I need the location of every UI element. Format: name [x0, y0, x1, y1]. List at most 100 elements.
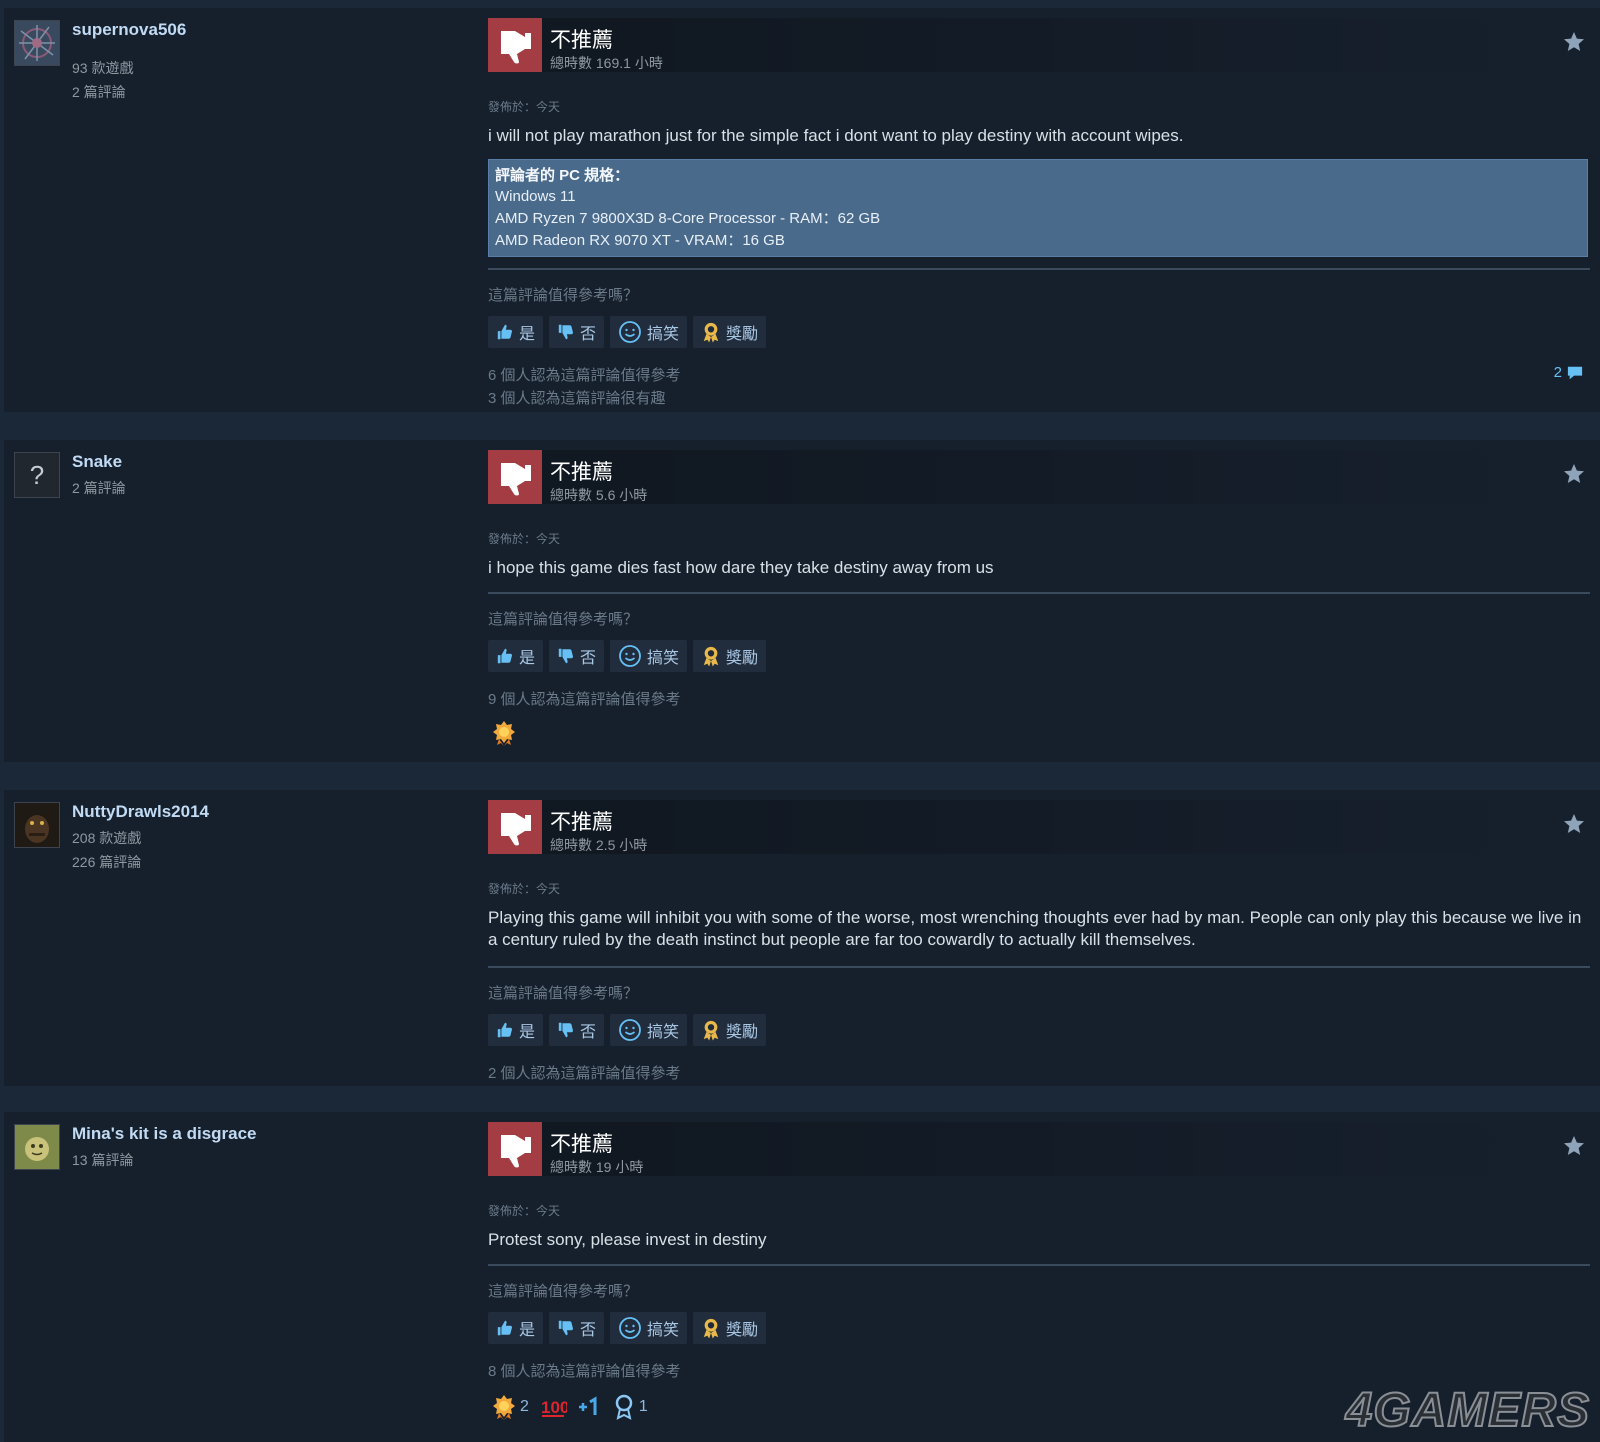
comment-icon	[1566, 365, 1584, 381]
vote-no-label: 否	[580, 1322, 597, 1339]
svg-text:100: 100	[541, 1398, 567, 1417]
smiley-icon	[618, 1316, 642, 1340]
thumbs-down-icon	[488, 800, 542, 854]
review-card: NuttyDrawls2014 208 款遊戲 226 篇評論 不推薦 總時數 …	[4, 790, 1600, 1086]
comment-count: 2	[1553, 364, 1562, 381]
posted-date: 發佈於：今天	[488, 882, 561, 896]
author-name[interactable]: Snake	[72, 452, 122, 472]
received-awards: 2 100 1	[492, 1394, 648, 1420]
award-badge[interactable]	[492, 720, 516, 746]
vote-funny-button[interactable]: 搞笑	[610, 316, 688, 348]
award-icon	[701, 1317, 721, 1339]
vote-yes-button[interactable]: 是	[488, 640, 544, 672]
vote-header[interactable]: 不推薦 總時數 19 小時	[488, 1122, 1590, 1176]
vote-yes-label: 是	[519, 326, 536, 343]
helpful-question: 這篇評論值得參考嗎？	[488, 1283, 639, 1300]
helpful-question: 這篇評論值得參考嗎？	[488, 287, 639, 304]
smiley-icon	[618, 644, 642, 668]
author-name[interactable]: Mina's kit is a disgrace	[72, 1124, 257, 1144]
award-button[interactable]: 獎勵	[693, 640, 767, 672]
vote-funny-label: 搞笑	[647, 650, 680, 667]
author-games-count[interactable]: 208 款遊戲	[72, 828, 141, 848]
playtime-hours: 總時數 19 小時	[550, 1159, 644, 1175]
award-button[interactable]: 獎勵	[693, 1014, 767, 1046]
verdict-title: 不推薦	[550, 461, 613, 484]
vote-no-button[interactable]: 否	[549, 640, 605, 672]
gold-award-icon	[492, 1394, 516, 1420]
review-card: supernova506 93 款遊戲 2 篇評論 不推薦 總時數 169.1 …	[4, 8, 1600, 412]
award-badge[interactable]: 2	[492, 1394, 529, 1420]
thumbs-down-icon	[557, 1319, 575, 1337]
posted-date: 發佈於：今天	[488, 100, 561, 114]
helpful-count: 8 個人認為這篇評論值得參考	[488, 1363, 681, 1380]
helpful-count: 2 個人認為這篇評論值得參考	[488, 1065, 681, 1082]
author-reviews-count[interactable]: 226 篇評論	[72, 852, 141, 872]
star-icon[interactable]	[1562, 462, 1586, 486]
vote-no-label: 否	[580, 650, 597, 667]
thumbs-down-icon	[488, 1122, 542, 1176]
plus-one-icon	[578, 1396, 597, 1415]
posted-date: 發佈於：今天	[488, 1204, 561, 1218]
author-games-count[interactable]: 93 款遊戲	[72, 58, 133, 78]
award-label: 獎勵	[726, 650, 759, 667]
review-card: ? Snake 2 篇評論 不推薦 總時數 5.6 小時 發佈於：今天 i ho…	[4, 440, 1600, 762]
star-icon[interactable]	[1562, 812, 1586, 836]
author-name[interactable]: supernova506	[72, 20, 186, 40]
vote-no-label: 否	[580, 326, 597, 343]
pc-specs-os: Windows 11	[495, 188, 576, 205]
thumbs-down-icon	[488, 18, 542, 72]
author-reviews-count[interactable]: 2 篇評論	[72, 82, 126, 102]
avatar[interactable]	[14, 802, 60, 848]
smiley-icon	[618, 1018, 642, 1042]
review-text: i will not play marathon just for the si…	[488, 126, 1184, 145]
pc-specs-box: 評論者的 PC 規格： Windows 11 AMD Ryzen 7 9800X…	[488, 159, 1588, 257]
vote-no-button[interactable]: 否	[549, 1014, 605, 1046]
vote-funny-button[interactable]: 搞笑	[610, 1014, 688, 1046]
smiley-icon	[618, 320, 642, 344]
award-button[interactable]: 獎勵	[693, 316, 767, 348]
vote-header[interactable]: 不推薦 總時數 2.5 小時	[488, 800, 1590, 854]
vote-yes-button[interactable]: 是	[488, 1312, 544, 1344]
vote-funny-label: 搞笑	[647, 1322, 680, 1339]
vote-yes-label: 是	[519, 650, 536, 667]
watermark-logo: 4GAMERS	[1345, 1383, 1590, 1438]
vote-yes-label: 是	[519, 1322, 536, 1339]
review-text: i hope this game dies fast how dare they…	[488, 558, 994, 577]
avatar[interactable]	[14, 20, 60, 66]
vote-buttons: 是 否 搞笑 獎勵	[488, 1312, 767, 1344]
author-reviews-count[interactable]: 13 篇評論	[72, 1150, 133, 1170]
award-icon	[701, 1019, 721, 1041]
award-badge[interactable]: 100	[539, 1395, 567, 1419]
vote-funny-button[interactable]: 搞笑	[610, 1312, 688, 1344]
award-button[interactable]: 獎勵	[693, 1312, 767, 1344]
received-awards	[492, 720, 516, 746]
vote-header[interactable]: 不推薦 總時數 5.6 小時	[488, 450, 1590, 504]
vote-no-button[interactable]: 否	[549, 316, 605, 348]
avatar[interactable]	[14, 1124, 60, 1170]
verdict-title: 不推薦	[550, 811, 613, 834]
award-icon	[701, 645, 721, 667]
avatar[interactable]: ?	[14, 452, 60, 498]
playtime-hours: 總時數 169.1 小時	[550, 55, 663, 71]
author-name[interactable]: NuttyDrawls2014	[72, 802, 209, 822]
comments-link[interactable]: 2	[1554, 364, 1584, 381]
thumbs-down-icon	[557, 647, 575, 665]
vote-yes-button[interactable]: 是	[488, 1014, 544, 1046]
review-text: Protest sony, please invest in destiny	[488, 1230, 767, 1249]
author-reviews-count[interactable]: 2 篇評論	[72, 478, 126, 498]
thumbs-up-icon	[496, 323, 514, 341]
award-badge[interactable]: 1	[613, 1394, 648, 1420]
svg-text:?: ?	[30, 460, 44, 490]
helpful-question: 這篇評論值得參考嗎？	[488, 611, 639, 628]
award-badge[interactable]	[577, 1395, 603, 1419]
pc-specs-gpu: AMD Radeon RX 9070 XT - VRAM：16 GB	[495, 232, 785, 249]
vote-header[interactable]: 不推薦 總時數 169.1 小時	[488, 18, 1590, 72]
star-icon[interactable]	[1562, 1134, 1586, 1158]
vote-funny-button[interactable]: 搞笑	[610, 640, 688, 672]
divider	[488, 1264, 1590, 1266]
vote-buttons: 是 否 搞笑 獎勵	[488, 316, 767, 348]
vote-yes-button[interactable]: 是	[488, 316, 544, 348]
vote-no-button[interactable]: 否	[549, 1312, 605, 1344]
posted-date: 發佈於：今天	[488, 532, 561, 546]
star-icon[interactable]	[1562, 30, 1586, 54]
